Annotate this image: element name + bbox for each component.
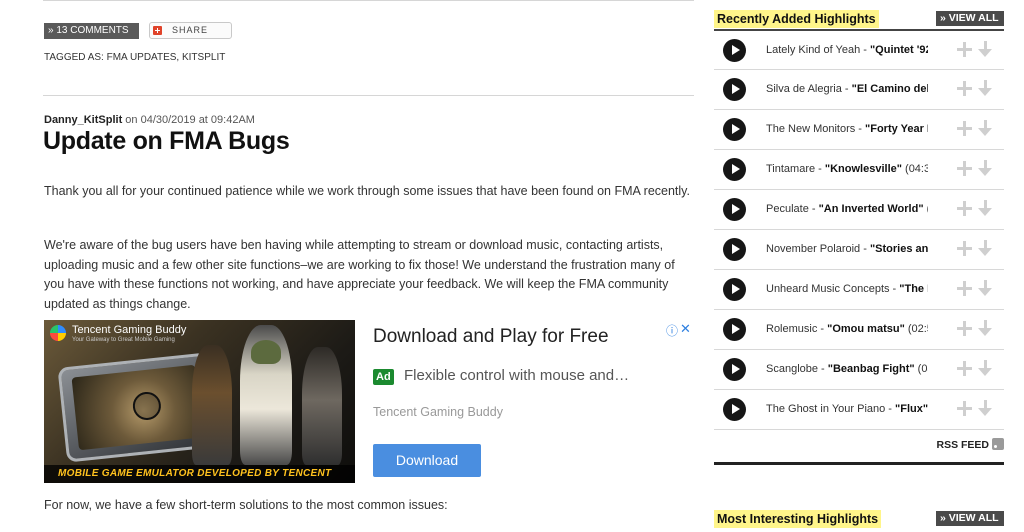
ad-image-tagline: Your Gateway to Great Mobile Gaming: [72, 337, 175, 343]
share-plus-icon: [153, 26, 162, 35]
post-paragraph: For now, we have a few short-term soluti…: [44, 498, 448, 512]
article-column: » 13 COMMENTS SHARE TAGGED AS: FMA UPDAT…: [0, 0, 700, 532]
track-title[interactable]: Unheard Music Concepts - "The L: [766, 283, 928, 295]
track-title[interactable]: Rolemusic - "Omou matsu" (02:50: [766, 323, 928, 335]
play-icon[interactable]: [723, 318, 746, 341]
sidebar: Recently Added Highlights » VIEW ALL Lat…: [714, 0, 1004, 532]
track-title[interactable]: The New Monitors - "Forty Year E: [766, 123, 928, 135]
add-to-playlist-icon[interactable]: [957, 361, 972, 376]
post-tags: TAGGED AS: FMA UPDATES, KITSPLIT: [44, 52, 226, 63]
add-to-playlist-icon[interactable]: [957, 201, 972, 216]
rss-feed-link[interactable]: RSS FEED: [936, 438, 1004, 451]
track-title[interactable]: Lately Kind of Yeah - "Quintet '92: [766, 44, 928, 56]
post-paragraph: We're aware of the bug users have ben ha…: [44, 238, 675, 311]
add-to-playlist-icon[interactable]: [957, 121, 972, 136]
comments-button[interactable]: » 13 COMMENTS: [44, 23, 139, 39]
share-label: SHARE: [172, 25, 209, 35]
track-row: The Ghost in Your Piano - "Flux" (0: [714, 389, 1004, 429]
recent-view-all-link[interactable]: » VIEW ALL: [936, 11, 1004, 26]
ad-image-brand: Tencent Gaming Buddy: [72, 324, 187, 336]
author-link[interactable]: Danny_KitSplit: [44, 114, 122, 126]
play-icon[interactable]: [723, 78, 746, 101]
ad-badge: Ad: [373, 369, 394, 385]
ad-download-button[interactable]: Download: [373, 444, 481, 477]
interesting-highlights-header: Most Interesting Highlights » VIEW ALL: [714, 500, 1004, 528]
play-icon[interactable]: [723, 118, 746, 141]
track-title[interactable]: November Polaroid - "Stories and: [766, 243, 928, 255]
play-icon[interactable]: [723, 198, 746, 221]
ad-info-icon[interactable]: ⓘ: [666, 322, 678, 339]
tencent-logo-icon: [50, 325, 66, 341]
interesting-highlights-title: Most Interesting Highlights: [714, 510, 882, 528]
post-byline: Danny_KitSplit on 04/30/2019 at 09:42AM: [44, 114, 255, 126]
add-to-playlist-icon[interactable]: [957, 161, 972, 176]
download-icon[interactable]: [978, 320, 993, 337]
add-to-playlist-icon[interactable]: [957, 401, 972, 416]
character-illustration: [302, 347, 342, 465]
add-to-playlist-icon[interactable]: [957, 281, 972, 296]
add-to-playlist-icon[interactable]: [957, 42, 972, 57]
play-icon[interactable]: [723, 238, 746, 261]
add-to-playlist-icon[interactable]: [957, 241, 972, 256]
track-row: Peculate - "An Inverted World" (0: [714, 189, 1004, 229]
track-title[interactable]: The Ghost in Your Piano - "Flux" (0: [766, 403, 928, 415]
ad-close-icon[interactable]: ✕: [680, 321, 691, 337]
post-title: Update on FMA Bugs: [43, 127, 290, 155]
track-title[interactable]: Silva de Alegria - "El Camino del A: [766, 83, 928, 95]
ad-image[interactable]: Tencent Gaming Buddy Your Gateway to Gre…: [44, 320, 355, 483]
section-divider: [714, 462, 1004, 465]
ad-image-banner: MOBILE GAME EMULATOR DEVELOPED BY TENCEN…: [44, 465, 355, 483]
play-icon[interactable]: [723, 278, 746, 301]
track-row: Scanglobe - "Beanbag Fight" (03:1: [714, 349, 1004, 389]
download-icon[interactable]: [978, 80, 993, 97]
download-icon[interactable]: [978, 240, 993, 257]
rss-icon: [992, 438, 1004, 450]
track-title[interactable]: Peculate - "An Inverted World" (0: [766, 203, 928, 215]
post-date: on 04/30/2019 at 09:42AM: [122, 114, 255, 126]
ad-headline[interactable]: Download and Play for Free: [373, 326, 609, 348]
track-row: Silva de Alegria - "El Camino del A: [714, 69, 1004, 109]
track-row: Tintamare - "Knowlesville" (04:32: [714, 149, 1004, 189]
track-row: Lately Kind of Yeah - "Quintet '92: [714, 29, 1004, 69]
download-icon[interactable]: [978, 120, 993, 137]
share-button[interactable]: SHARE: [149, 22, 232, 39]
track-row: November Polaroid - "Stories and: [714, 229, 1004, 269]
rss-feed-label: RSS FEED: [936, 439, 989, 451]
ad-advertiser: Tencent Gaming Buddy: [373, 405, 503, 419]
interesting-view-all-link[interactable]: » VIEW ALL: [936, 511, 1004, 526]
download-icon[interactable]: [978, 360, 993, 377]
download-icon[interactable]: [978, 400, 993, 417]
divider: [43, 95, 694, 96]
play-icon[interactable]: [723, 158, 746, 181]
scope-icon: [131, 390, 163, 422]
play-icon[interactable]: [723, 39, 746, 62]
divider: [714, 429, 1004, 430]
track-list: Lately Kind of Yeah - "Quintet '92 Silva…: [714, 29, 1004, 429]
play-icon[interactable]: [723, 358, 746, 381]
post-paragraph: Thank you all for your continued patienc…: [44, 184, 690, 198]
recent-highlights-header: Recently Added Highlights » VIEW ALL: [714, 0, 1004, 28]
helmet-illustration: [251, 340, 281, 364]
track-row: Rolemusic - "Omou matsu" (02:50: [714, 309, 1004, 349]
add-to-playlist-icon[interactable]: [957, 321, 972, 336]
recent-highlights-title: Recently Added Highlights: [714, 10, 879, 28]
advertisement[interactable]: Tencent Gaming Buddy Your Gateway to Gre…: [44, 320, 694, 483]
download-icon[interactable]: [978, 200, 993, 217]
download-icon[interactable]: [978, 280, 993, 297]
add-to-playlist-icon[interactable]: [957, 81, 972, 96]
download-icon[interactable]: [978, 41, 993, 58]
track-title[interactable]: Tintamare - "Knowlesville" (04:32: [766, 163, 928, 175]
track-row: The New Monitors - "Forty Year E: [714, 109, 1004, 149]
character-illustration: [192, 345, 232, 465]
track-title[interactable]: Scanglobe - "Beanbag Fight" (03:1: [766, 363, 928, 375]
track-row: Unheard Music Concepts - "The L: [714, 269, 1004, 309]
download-icon[interactable]: [978, 160, 993, 177]
ad-description: Flexible control with mouse and…: [404, 367, 630, 384]
divider: [43, 0, 694, 1]
play-icon[interactable]: [723, 398, 746, 421]
